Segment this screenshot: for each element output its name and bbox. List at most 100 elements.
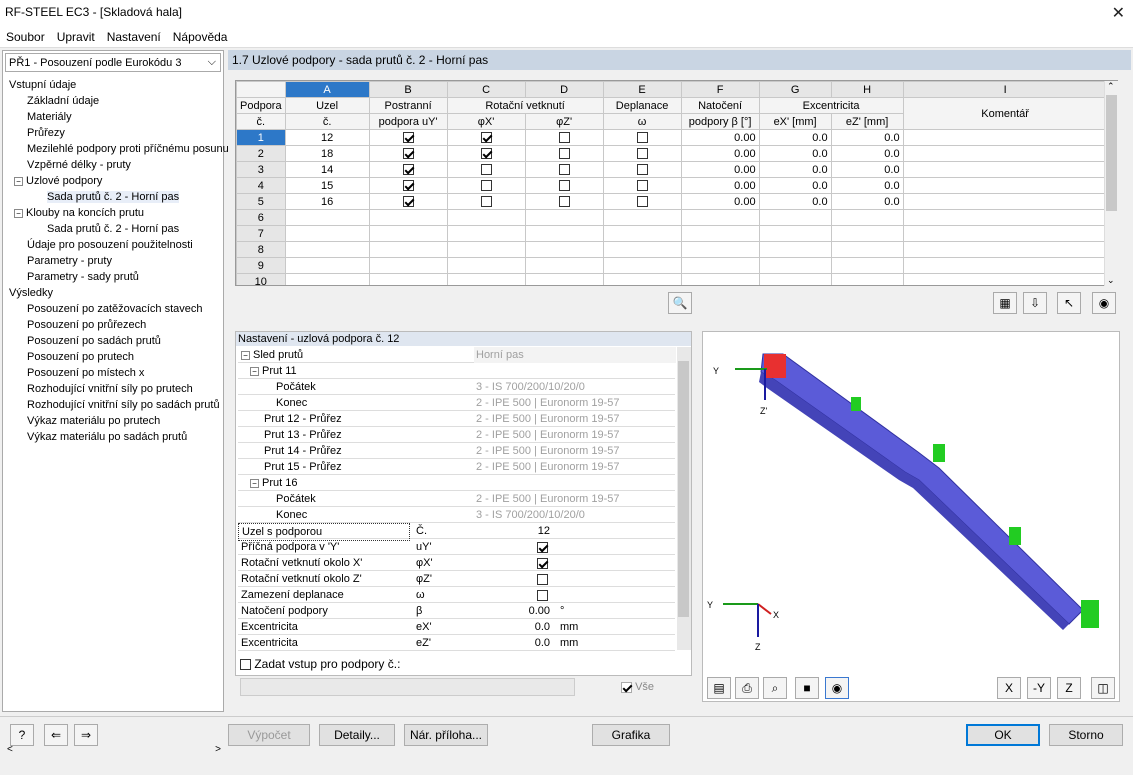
cell-phix[interactable] — [446, 241, 526, 258]
cell-lateral[interactable] — [368, 273, 448, 285]
cell-phiz[interactable] — [524, 193, 604, 210]
cell-phix[interactable] — [446, 161, 526, 178]
calculate-button[interactable]: Výpočet — [228, 724, 310, 746]
cell-phiz[interactable] — [524, 273, 604, 285]
cell-omega[interactable] — [602, 193, 682, 210]
table-row[interactable]: 7 — [236, 225, 1108, 242]
view-x-icon[interactable]: X — [997, 677, 1021, 699]
settings-scrollbar[interactable] — [677, 347, 691, 650]
cell-omega-checkbox[interactable] — [636, 148, 648, 160]
row-number[interactable]: 1 — [236, 129, 286, 146]
table-row[interactable]: 1 12 0.00 0.0 0.0 — [236, 129, 1108, 146]
cell-omega[interactable] — [602, 145, 682, 162]
cell-lateral-checkbox[interactable] — [402, 132, 414, 144]
ex-value[interactable]: 0.0 — [474, 619, 554, 635]
menu-soubor[interactable]: Soubor — [0, 26, 51, 44]
cell-comment[interactable] — [902, 257, 1108, 274]
cell-phix-checkbox[interactable] — [480, 164, 492, 176]
row-number[interactable]: 3 — [236, 161, 286, 178]
input-for-checkbox[interactable] — [240, 659, 251, 671]
cell-ez[interactable]: 0.0 — [830, 177, 904, 194]
graphics-view[interactable]: Y Z' Y X Z ▤ ⎙ ⌕ ■ ◉ X -Y Z ◫ — [702, 331, 1120, 702]
cell-node[interactable] — [284, 241, 370, 258]
cell-beta[interactable]: 0.00 — [680, 129, 760, 146]
tree-item[interactable]: Posouzení po prutech — [5, 349, 223, 365]
menu-upravit[interactable]: Upravit — [51, 26, 101, 44]
tree-item-hinges-set[interactable]: Sada prutů č. 2 - Horní pas — [5, 221, 223, 237]
col-letter[interactable]: H — [830, 81, 904, 98]
cell-node[interactable]: 18 — [284, 145, 370, 162]
cell-beta[interactable]: 0.00 — [680, 161, 760, 178]
structure-graphic[interactable]: Y Z' Y X Z — [703, 332, 1119, 677]
cell-lateral-checkbox[interactable] — [402, 164, 414, 176]
cell-omega[interactable] — [602, 257, 682, 274]
cell-lateral[interactable] — [368, 177, 448, 194]
cell-node[interactable]: 15 — [284, 177, 370, 194]
collapse-icon[interactable]: − — [14, 176, 23, 186]
isometric-icon[interactable]: ◫ — [1091, 677, 1115, 699]
tree-item[interactable]: Parametry - pruty — [5, 253, 223, 269]
filter-icon[interactable]: 🔍 — [668, 292, 692, 314]
cell-phiz[interactable] — [524, 177, 604, 194]
cell-comment[interactable] — [902, 209, 1108, 226]
case-select[interactable]: PŘ1 - Posouzení podle Eurokódu 3 ⌵ — [5, 53, 221, 72]
cell-ez[interactable]: 0.0 — [830, 193, 904, 210]
cell-lateral[interactable] — [368, 241, 448, 258]
cell-ez[interactable]: 0.0 — [830, 161, 904, 178]
support-marker[interactable] — [933, 444, 945, 462]
cell-phiz[interactable] — [524, 209, 604, 226]
tree-root-input[interactable]: Vstupní údaje — [5, 77, 223, 93]
cell-lateral[interactable] — [368, 161, 448, 178]
cell-beta[interactable] — [680, 273, 760, 285]
cell-lateral-checkbox[interactable] — [402, 196, 414, 208]
cell-omega[interactable] — [602, 129, 682, 146]
cell-ex[interactable] — [758, 225, 832, 242]
cell-beta[interactable] — [680, 241, 760, 258]
cell-ez[interactable] — [830, 257, 904, 274]
cell-phiz[interactable] — [524, 257, 604, 274]
cell-ez[interactable]: 0.0 — [830, 145, 904, 162]
row-number[interactable]: 5 — [236, 193, 286, 210]
cell-phix-checkbox[interactable] — [480, 132, 492, 144]
chevron-down-icon[interactable]: ⌵ — [208, 56, 216, 69]
scroll-thumb[interactable] — [1106, 95, 1117, 211]
col-letter[interactable]: D — [524, 81, 604, 98]
graphics-button[interactable]: Grafika — [592, 724, 670, 746]
cell-omega[interactable] — [602, 241, 682, 258]
table-row[interactable]: 10 — [236, 273, 1108, 285]
cell-phix[interactable] — [446, 177, 526, 194]
row-number[interactable]: 6 — [236, 209, 286, 226]
table-row[interactable]: 2 18 0.00 0.0 0.0 — [236, 145, 1108, 162]
scroll-right-icon[interactable]: > — [215, 744, 221, 755]
tree-item[interactable]: Mezilehlé podpory proti příčnému posunu — [5, 141, 229, 157]
row-number[interactable]: 10 — [236, 273, 286, 285]
horizontal-scrollbar[interactable]: < > — [5, 743, 223, 759]
cell-phix[interactable] — [446, 145, 526, 162]
cell-omega-checkbox[interactable] — [636, 164, 648, 176]
cell-ex[interactable]: 0.0 — [758, 145, 832, 162]
cell-beta[interactable]: 0.00 — [680, 193, 760, 210]
tree-item[interactable]: Průřezy — [5, 125, 223, 141]
cell-node[interactable]: 16 — [284, 193, 370, 210]
tree-item[interactable]: Základní údaje — [5, 93, 223, 109]
cell-ex[interactable]: 0.0 — [758, 177, 832, 194]
tree-item[interactable]: Materiály — [5, 109, 223, 125]
cell-beta[interactable]: 0.00 — [680, 145, 760, 162]
cell-omega[interactable] — [602, 225, 682, 242]
row-number[interactable]: 8 — [236, 241, 286, 258]
cell-lateral[interactable] — [368, 209, 448, 226]
table-row[interactable]: 3 14 0.00 0.0 0.0 — [236, 161, 1108, 178]
support-list-input[interactable] — [240, 678, 575, 696]
cell-beta[interactable] — [680, 257, 760, 274]
tree-item[interactable]: Posouzení po průřezech — [5, 317, 223, 333]
tree-item[interactable]: Výkaz materiálu po prutech — [5, 413, 223, 429]
cell-ex[interactable] — [758, 209, 832, 226]
cell-ez[interactable] — [830, 273, 904, 285]
scroll-up-icon[interactable]: ⌃ — [1107, 81, 1115, 92]
cell-lateral[interactable] — [368, 257, 448, 274]
cell-lateral[interactable] — [368, 129, 448, 146]
cell-ex[interactable] — [758, 241, 832, 258]
national-annex-button[interactable]: Nár. příloha... — [404, 724, 488, 746]
print-icon[interactable]: ⎙ — [735, 677, 759, 699]
cell-comment[interactable] — [902, 129, 1108, 146]
